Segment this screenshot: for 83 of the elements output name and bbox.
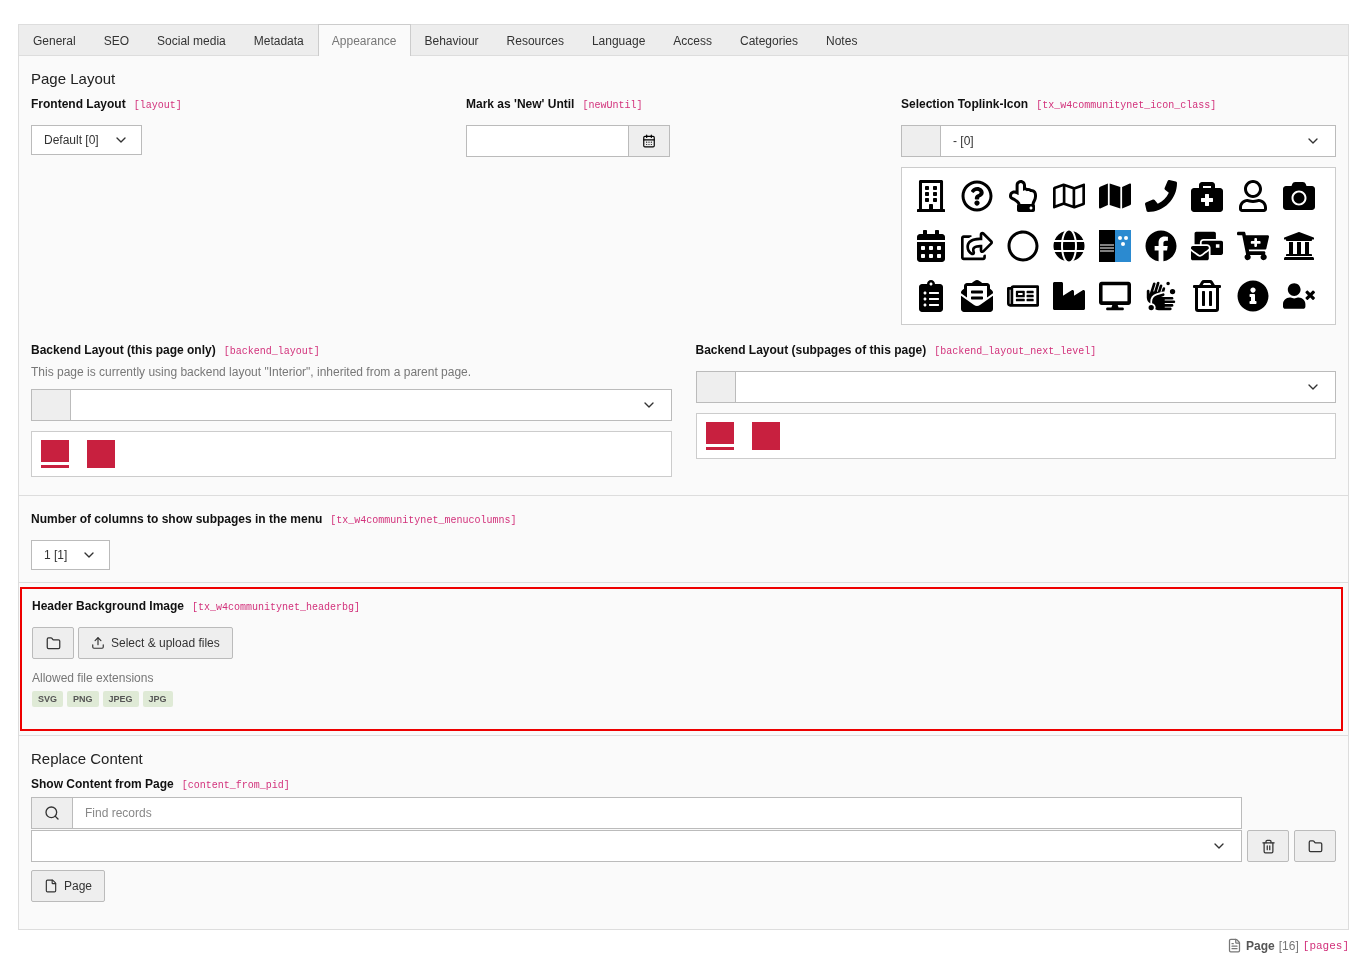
globe-icon[interactable] [1053, 230, 1085, 262]
folder-button[interactable] [32, 627, 74, 659]
flag-icon[interactable] [1099, 230, 1131, 262]
field-label: Frontend Layout [31, 97, 126, 111]
tab[interactable]: Social media [143, 25, 240, 55]
calendar-button[interactable] [629, 125, 670, 157]
tab[interactable]: Language [577, 25, 660, 55]
tab[interactable]: General [19, 25, 90, 55]
search-field[interactable]: Find records [73, 797, 1242, 829]
phone-icon[interactable] [1145, 180, 1177, 212]
tab[interactable]: Behaviour [410, 25, 493, 55]
date-input-field[interactable] [466, 125, 629, 157]
frontend-layout-select[interactable]: Default [0] [31, 125, 142, 155]
tab[interactable]: Categories [726, 25, 813, 55]
page-icon [44, 879, 58, 893]
field-label: Mark as 'New' Until [466, 97, 575, 111]
field-label: Selection Toplink-Icon [901, 97, 1029, 111]
field-name: [layout] [133, 100, 182, 111]
page-icon [1227, 938, 1243, 953]
field-label: Show Content from Page [31, 777, 174, 791]
field-name: [tx_w4communitynet_headerbg] [192, 602, 361, 613]
building-icon[interactable] [915, 180, 947, 212]
field-name: [backend_layout] [223, 346, 320, 357]
trash-icon[interactable] [1191, 280, 1223, 312]
envelope-icon[interactable] [961, 280, 993, 312]
extension-tag: JPEG [102, 691, 139, 707]
hand-washing-icon[interactable] [1145, 280, 1177, 312]
layout-thumbnail-icon[interactable] [87, 440, 115, 468]
record-id: [16] [1278, 938, 1299, 953]
field-name: [tx_w4communitynet_icon_class] [1036, 100, 1217, 111]
user-icon[interactable] [1237, 180, 1269, 212]
share-icon[interactable] [961, 230, 993, 262]
extension-tag: PNG [67, 691, 99, 707]
tab[interactable]: Notes [812, 25, 872, 55]
camera-icon[interactable] [1283, 180, 1315, 212]
cart-plus-icon[interactable] [1237, 230, 1269, 262]
table-name: [pages] [1302, 939, 1349, 952]
field-name: [tx_w4communitynet_menucolumns] [330, 515, 517, 526]
monitor-icon[interactable] [1099, 280, 1131, 312]
page-button[interactable]: Page [31, 870, 106, 902]
layout-thumbnail-icon[interactable] [751, 422, 780, 450]
tab[interactable]: Appearance [317, 24, 411, 56]
delete-button[interactable] [1247, 830, 1289, 862]
layout-thumbnail-icon[interactable] [41, 440, 69, 468]
tab[interactable]: Resources [492, 25, 578, 55]
calendar-icon [642, 134, 656, 148]
folder-icon [45, 635, 61, 651]
toplink-icon-select[interactable]: - [0] [901, 125, 1336, 157]
medical-kit-icon[interactable] [1191, 180, 1223, 212]
allowed-extensions-label: Allowed file extensions [32, 671, 155, 685]
folder-icon [1307, 838, 1323, 854]
section-title: Page Layout [31, 70, 117, 87]
pointing-hand-icon[interactable] [1007, 180, 1039, 212]
menu-columns-select[interactable]: 1 [1] [31, 540, 111, 570]
mail-icon[interactable] [1191, 230, 1223, 262]
extension-tag: JPG [142, 691, 173, 707]
institution-icon[interactable] [1283, 230, 1315, 262]
info-icon[interactable] [1237, 280, 1269, 312]
field-label: Number of columns to show subpages in the menu [31, 512, 323, 526]
folder-button[interactable] [1294, 830, 1336, 862]
field-label: Backend Layout (this page only) [31, 343, 216, 357]
field-name: [newUntil] [582, 100, 643, 111]
description-text: This page is currently using backend layout "Interior", inherited from a parent page. [31, 365, 473, 379]
tab[interactable]: Access [659, 25, 726, 55]
user-remove-icon[interactable] [1283, 280, 1315, 312]
field-name: [content_from_pid] [181, 780, 290, 791]
extension-tag: SVG [32, 691, 63, 707]
trash-icon [1260, 838, 1276, 854]
facebook-icon[interactable] [1145, 230, 1177, 262]
field-label: Backend Layout (subpages of this page) [695, 343, 927, 357]
field-label: Header Background Image [32, 599, 185, 613]
tab[interactable]: SEO [89, 25, 144, 55]
field-name: [backend_layout_next_level] [934, 346, 1097, 357]
question-icon[interactable] [961, 180, 993, 212]
upload-icon [91, 636, 105, 650]
upload-button[interactable]: Select & upload files [78, 627, 233, 659]
tab[interactable]: Metadata [239, 25, 318, 55]
record-type: Page [1246, 938, 1275, 953]
calendar-icon[interactable] [915, 230, 947, 262]
search-icon [31, 797, 73, 829]
layout-thumbnail-icon[interactable] [705, 422, 734, 450]
factory-icon[interactable] [1053, 280, 1085, 312]
section-title: Replace Content [31, 750, 144, 767]
